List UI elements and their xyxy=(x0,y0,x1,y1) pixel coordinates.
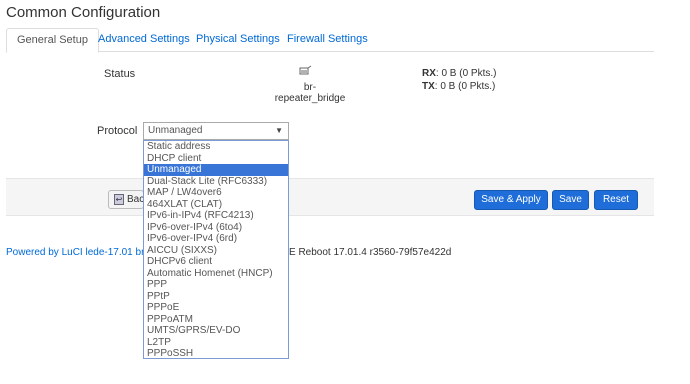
tab-bar: General Setup Advanced Settings Physical… xyxy=(6,28,654,53)
footer-firmware: E Reboot 17.01.4 r3560-79f57e422d xyxy=(289,247,452,258)
protocol-option[interactable]: PPPoE xyxy=(144,302,288,314)
tab-general-setup[interactable]: General Setup xyxy=(6,28,99,53)
protocol-option[interactable]: IPv6-over-IPv4 (6rd) xyxy=(144,233,288,245)
status-device-name: br-repeater_bridge xyxy=(274,82,346,104)
status-label: Status xyxy=(104,68,136,80)
protocol-option[interactable]: UMTS/GPRS/EV-DO xyxy=(144,325,288,337)
protocol-option[interactable]: DHCP client xyxy=(144,153,288,165)
rx-stat: RX: 0 B (0 Pkts.) xyxy=(422,68,496,79)
protocol-option[interactable]: AICCU (SIXXS) xyxy=(144,245,288,257)
protocol-option[interactable]: DHCPv6 client xyxy=(144,256,288,268)
save-apply-button[interactable]: Save & Apply xyxy=(474,190,548,210)
back-button-label: Bac xyxy=(127,194,144,205)
network-port-icon xyxy=(299,65,312,75)
protocol-select[interactable]: Unmanaged ▼ xyxy=(143,122,289,140)
back-button[interactable]: ↩ Bac xyxy=(108,190,144,209)
protocol-label: Protocol xyxy=(97,125,138,137)
back-icon: ↩ xyxy=(114,194,124,205)
tx-label: TX xyxy=(422,81,435,92)
protocol-option[interactable]: Static address xyxy=(144,141,288,153)
tx-value: : 0 B (0 Pkts.) xyxy=(434,81,496,92)
page-title: Common Configuration xyxy=(6,4,161,21)
protocol-option[interactable]: PPPoATM xyxy=(144,314,288,326)
protocol-option[interactable]: PPtP xyxy=(144,291,288,303)
protocol-option[interactable]: Automatic Homenet (HNCP) xyxy=(144,268,288,280)
tab-physical-settings[interactable]: Physical Settings xyxy=(186,28,290,52)
protocol-option[interactable]: PPPoSSH xyxy=(144,348,288,360)
protocol-option[interactable]: IPv6-over-IPv4 (6to4) xyxy=(144,222,288,234)
protocol-option[interactable]: IPv6-in-IPv4 (RFC4213) xyxy=(144,210,288,222)
protocol-option[interactable]: MAP / LW4over6 xyxy=(144,187,288,199)
rx-label: RX xyxy=(422,68,436,79)
protocol-dropdown-list: Static address DHCP client Unmanaged Dua… xyxy=(143,140,289,359)
protocol-option-selected[interactable]: Unmanaged xyxy=(144,164,288,176)
protocol-option[interactable]: PPP xyxy=(144,279,288,291)
save-button[interactable]: Save xyxy=(552,190,589,210)
reset-button[interactable]: Reset xyxy=(594,190,638,210)
protocol-selected-value: Unmanaged xyxy=(148,125,203,136)
tab-firewall-settings[interactable]: Firewall Settings xyxy=(277,28,378,52)
protocol-option[interactable]: 464XLAT (CLAT) xyxy=(144,199,288,211)
tab-advanced-settings[interactable]: Advanced Settings xyxy=(88,28,200,52)
rx-value: : 0 B (0 Pkts.) xyxy=(435,68,497,79)
footer-powered-by[interactable]: Powered by LuCI lede-17.01 branc xyxy=(6,247,161,258)
chevron-down-icon: ▼ xyxy=(275,126,283,135)
protocol-option[interactable]: Dual-Stack Lite (RFC6333) xyxy=(144,176,288,188)
protocol-option[interactable]: L2TP xyxy=(144,337,288,349)
tx-stat: TX: 0 B (0 Pkts.) xyxy=(422,81,495,92)
